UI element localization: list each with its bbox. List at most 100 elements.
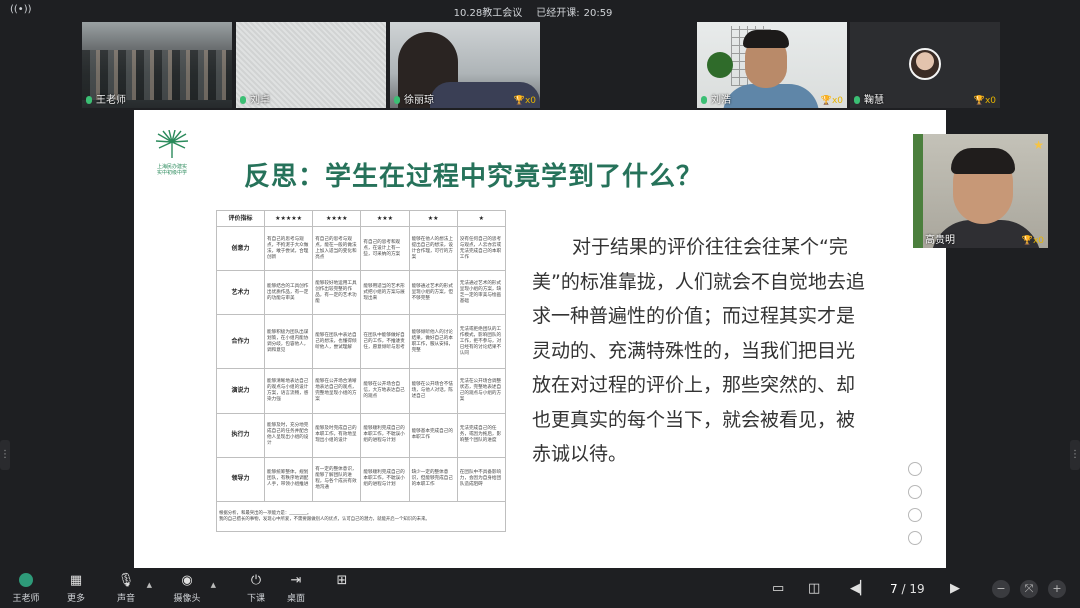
sound-label: 声音 [116, 594, 135, 604]
teacher-video[interactable]: ★ 高贵明 🏆x0 [913, 134, 1048, 248]
decorative-icons [908, 462, 926, 554]
table-footer: 根据分析，和最突出的一项能力是：________。 我的自己擅长的事物，发现心中所… [216, 501, 506, 532]
mic-icon [701, 96, 707, 104]
camera-icon: ◉ [181, 573, 193, 588]
table-cell: 有一定的整体意识，能够了解团队的进程，与各个成员有效地沟通 [312, 456, 362, 503]
table-cell: 有自己的思考与观点，能在一般的做法上加入适当的变化和亮点 [312, 225, 362, 272]
dimension-label: 演说力 [216, 368, 265, 414]
avatar [909, 48, 941, 80]
table-cell: 能够清晰地表达自己的观点与小组的设计方案，语言流畅，感染力强 [263, 368, 314, 414]
caret-up-icon[interactable]: ▲ [211, 581, 216, 589]
table-row: 执行力 能够及时，充分地完成自己的任务并配合他人呈现出小组的设计 能够及时完成自己的… [216, 412, 507, 458]
table-cell: 能够倾听他人的讨论结果，做好自己的本职工作，服从安排，完整 [408, 314, 458, 370]
participant-tile[interactable]: 刘卓 [236, 22, 386, 108]
sparkle-icon [908, 531, 922, 545]
table-cell: 能够及时，充分地完成自己的任务并配合他人呈现出小组的设计 [263, 412, 314, 458]
desktop-button[interactable]: ⇥ 桌面 [282, 573, 310, 604]
table-cell: 无法或拒绝团队的工作模式，影响团队的工作，拒不参与，对已经有的讨论结果不认同 [456, 314, 507, 370]
sound-button[interactable]: 🎙 声音 ▲ [112, 573, 152, 604]
user-button[interactable]: 王老师 [8, 573, 44, 604]
zoom-in-icon[interactable]: + [1048, 580, 1066, 598]
layout-icon: ⊞ [336, 573, 348, 588]
mic-icon [854, 96, 860, 104]
table-cell: 有自己的思考和观点，在设计上有一些，可采纳的方案 [360, 225, 410, 272]
rubric-table: 评价指标 ★★★★★ ★★★★ ★★★ ★★ ★ 创意力 有自己的思考与观点，不拘… [216, 210, 507, 532]
column-header: ★ [456, 210, 507, 227]
prev-slide-icon[interactable]: ◀▏ [850, 579, 870, 599]
table-cell: 能够及时完成自己的本职工作，有效地呈现出小组的设计 [312, 412, 362, 458]
sidebar-icon[interactable]: ◫ [808, 579, 820, 599]
camera-button[interactable]: ◉ 摄像头 ▲ [170, 573, 216, 604]
shared-slide: 上海民办建实 实中初级中学 反思：学生在过程中究竟学到了什么？ 评价指标 ★★★… [134, 110, 946, 568]
page-total: 19 [909, 582, 925, 596]
table-cell: 能够在公开场合不怯场，与他人对话，陈述自己 [408, 368, 458, 414]
table-cell: 能够较好地运用工具创作出较完整的作品，有一定的艺术功能 [312, 270, 362, 316]
end-class-button[interactable]: ⏻ 下课 [242, 573, 270, 604]
meeting-info: 10.28教工会议 已经开课: 20:59 [0, 4, 1080, 19]
table-cell: 无法通过艺术的形式呈现小组的方案，缺乏一定的审美与绘画基础 [456, 270, 507, 316]
zoom-out-icon[interactable]: − [992, 580, 1010, 598]
participant-tile[interactable]: 鞠慧 🏆x0 [850, 22, 1000, 108]
page-indicator: 7 / 19 [890, 579, 925, 599]
dimension-label: 创意力 [216, 225, 265, 272]
table-cell: 能够在他人的想法上提出自己的想法，设计合作理，可行的方案 [408, 225, 458, 272]
dimension-label: 艺术力 [216, 270, 265, 316]
participant-name: 刘卓 [250, 95, 270, 106]
mic-icon [394, 96, 400, 104]
table-row: 领导力 能够统筹整体，规划团队，有秩序地调配人手，带领小组推进 有一定的整体意识，能… [216, 456, 507, 503]
table-cell: 能够基本完成自己的本职工作 [408, 412, 458, 458]
page-separator: / [901, 582, 906, 596]
palm-logo-icon [155, 129, 189, 158]
layout-button[interactable]: ⊞ [330, 573, 354, 589]
column-header: ★★ [408, 210, 458, 227]
table-cell: 能够用适当的艺术形式把小组的方案与展现出来 [360, 270, 410, 316]
column-header: ★★★★ [312, 210, 362, 227]
grid-icon: ▦ [69, 573, 83, 588]
dimension-label: 领导力 [216, 456, 265, 503]
fit-icon[interactable]: ⤧ [1020, 580, 1038, 598]
more-button[interactable]: ▦ 更多 [62, 573, 90, 604]
caption-icon[interactable]: ▭ [772, 579, 784, 599]
participant-tile[interactable]: 王老师 [82, 22, 232, 108]
table-cell: 没有任何自己的思考与观点，人云亦云或无法完成自己的本职工作 [456, 225, 507, 272]
column-header: 评价指标 [216, 210, 265, 227]
column-header: ★★★ [360, 210, 410, 227]
table-cell: 在团队中不具备影响力，会因为自身给团队造成阻碍 [456, 456, 507, 503]
participant-name: 王老师 [96, 95, 126, 106]
heart-icon [908, 485, 922, 499]
class-status-label: 已经开课: [536, 8, 580, 19]
table-row: 演说力 能够清晰地表达自己的观点与小组的设计方案，语言流畅，感染力强 能够在公开场合… [216, 368, 507, 414]
table-cell: 有自己的思考与观点，不拘泥于大众做法，敢于尝试，合理创新 [263, 225, 314, 272]
next-slide-icon[interactable]: ▶ [950, 579, 960, 599]
table-cell: 缺少一定的整体意识，但能够完成自己的本职工作 [408, 456, 458, 503]
link-icon [908, 462, 922, 476]
meeting-title: 10.28教工会议 [453, 8, 523, 19]
bottom-toolbar: 王老师 ▦ 更多 🎙 声音 ▲ ◉ 摄像头 ▲ ⏻ 下课 ⇥ 桌面 ⊞ ▭ ◫ … [0, 570, 1080, 608]
table-row: 创意力 有自己的思考与观点，不拘泥于大众做法，敢于尝试，合理创新 有自己的思考与观点… [216, 225, 507, 272]
end-class-label: 下课 [246, 594, 265, 604]
dimension-label: 执行力 [216, 412, 265, 458]
table-cell: 能够在公开场合清晰地表达自己的观点，完整地呈现小组的方案 [312, 368, 362, 414]
participant-tile[interactable]: 刘浩 🏆x0 [697, 22, 847, 108]
table-row: 合作力 能够积极为团队出谋划策，在小组内能协调分歧，包容他人，调和意见 能够在团队中… [216, 314, 507, 370]
mic-icon [86, 96, 92, 104]
camera-label: 摄像头 [173, 594, 201, 604]
left-drawer-handle[interactable]: ⋮ [0, 440, 10, 470]
table-cell: 在团队中能够做好自己的工作，不推诿责任，愿意倾听与思考 [360, 314, 410, 370]
participant-tile[interactable]: 徐丽琼 🏆x0 [390, 22, 540, 108]
circle-icon [908, 508, 922, 522]
caret-up-icon[interactable]: ▲ [147, 581, 152, 589]
table-header-row: 评价指标 ★★★★★ ★★★★ ★★★ ★★ ★ [216, 210, 507, 227]
trophy-icon: 🏆x0 [513, 96, 536, 106]
table-cell: 无法完成自己的任务，或因为拖后，影响整个团队的进度 [456, 412, 507, 458]
exit-icon: ⇥ [290, 573, 302, 588]
desktop-label: 桌面 [286, 594, 305, 604]
table-cell: 能够通过艺术的形式呈现小组的方案，但不够完整 [408, 270, 458, 316]
trophy-icon: 🏆x0 [1021, 236, 1044, 246]
right-drawer-handle[interactable]: ⋮ [1070, 440, 1080, 470]
table-cell: 能够结合的工具创作出优质作品，有一定的功能与审美 [263, 270, 314, 316]
table-row: 艺术力 能够结合的工具创作出优质作品，有一定的功能与审美 能够较好地运用工具创作出较… [216, 270, 507, 316]
title-bar: ((•)) 10.28教工会议 已经开课: 20:59 [0, 0, 1080, 22]
footer-line: 我的自己擅长的事物，发现心中所爱，不需要跟做别人的优点，认可自己的潜力，就能开启… [219, 516, 430, 522]
power-icon: ⏻ [250, 573, 262, 588]
